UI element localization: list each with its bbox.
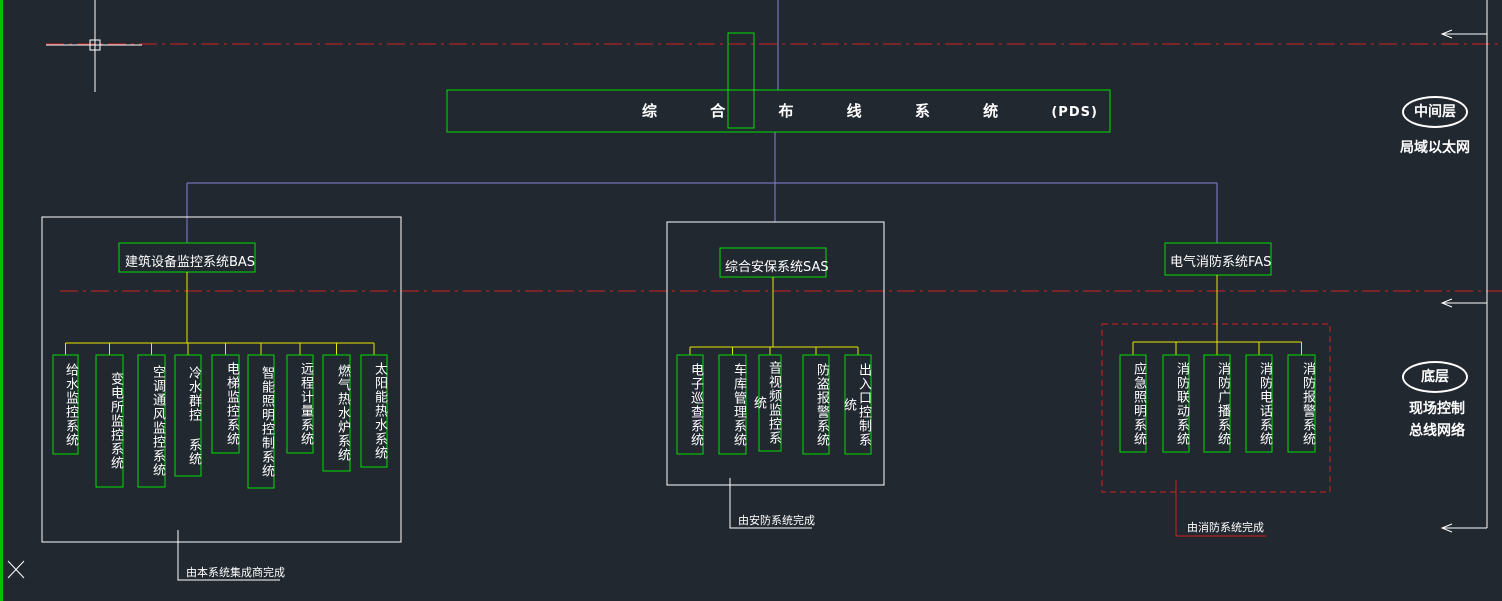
fas-child-label: 消防广播系统 [1215, 361, 1230, 446]
bas-child-label: 太阳能热水系统 [372, 362, 387, 460]
pds-distribution-lines [186, 132, 1218, 243]
bas-child-label: 燃气热水炉系统 [335, 364, 350, 462]
middle-layer-badge: 中间层 [1402, 96, 1468, 128]
bas-child-label: 给水监控系统 [63, 362, 78, 447]
ucs-icon [7, 560, 25, 579]
bas-child-label: 电梯监控系统 [224, 362, 239, 446]
sas-label: 综合安保系统SAS [725, 260, 829, 275]
bas-child-label: 智能照明控制系统 [259, 365, 274, 478]
pds-title-text: 综 合 布 线 系 统 [642, 102, 1023, 120]
bas-note: 由本系统集成商完成 [186, 566, 285, 579]
layer-arrows [1440, 0, 1488, 533]
pds-title: 综 合 布 线 系 统 (PDS) [642, 100, 1098, 121]
sas-child-label: 车库管理系统 [731, 362, 746, 447]
bas-child-label: 空调通风监控系统 [150, 365, 165, 477]
bottom-layer-badge: 底层 [1402, 361, 1468, 393]
fas-label: 电气消防系统FAS [1170, 255, 1272, 270]
bas-label: 建筑设备监控系统BAS [125, 255, 256, 270]
bottom-layer-desc-1: 现场控制 [1409, 401, 1465, 417]
sas-note: 由安防系统完成 [738, 514, 815, 527]
fas-child-label: 消防联动系统 [1174, 361, 1189, 446]
sas-child-label: 防盗报警系统 [814, 362, 829, 447]
sas-child-label: 出入口控制系统 [841, 362, 871, 447]
bas-child-label: 变电所监控系统 [108, 372, 123, 470]
bas-child-label: 冷水群控 系统 [186, 365, 201, 466]
cursor-crosshair-icon [46, 0, 142, 92]
middle-layer-desc: 局域以太网 [1400, 140, 1470, 156]
note-leaders [177, 478, 1266, 581]
diagram-canvas [0, 0, 1502, 601]
fas-child-label: 应急照明系统 [1131, 361, 1146, 446]
pds-suffix: (PDS) [1051, 105, 1098, 120]
sas-child-label: 音视频监控系统 [751, 361, 781, 445]
bottom-layer-desc-2: 总线网络 [1409, 423, 1465, 439]
fas-note: 由消防系统完成 [1187, 521, 1264, 534]
sas-child-label: 电子巡查系统 [688, 362, 703, 447]
bas-child-label: 远程计量系统 [298, 362, 313, 446]
fas-child-label: 消防报警系统 [1300, 361, 1315, 446]
child-connectors [65, 272, 1302, 355]
fas-child-label: 消防电话系统 [1257, 361, 1272, 446]
